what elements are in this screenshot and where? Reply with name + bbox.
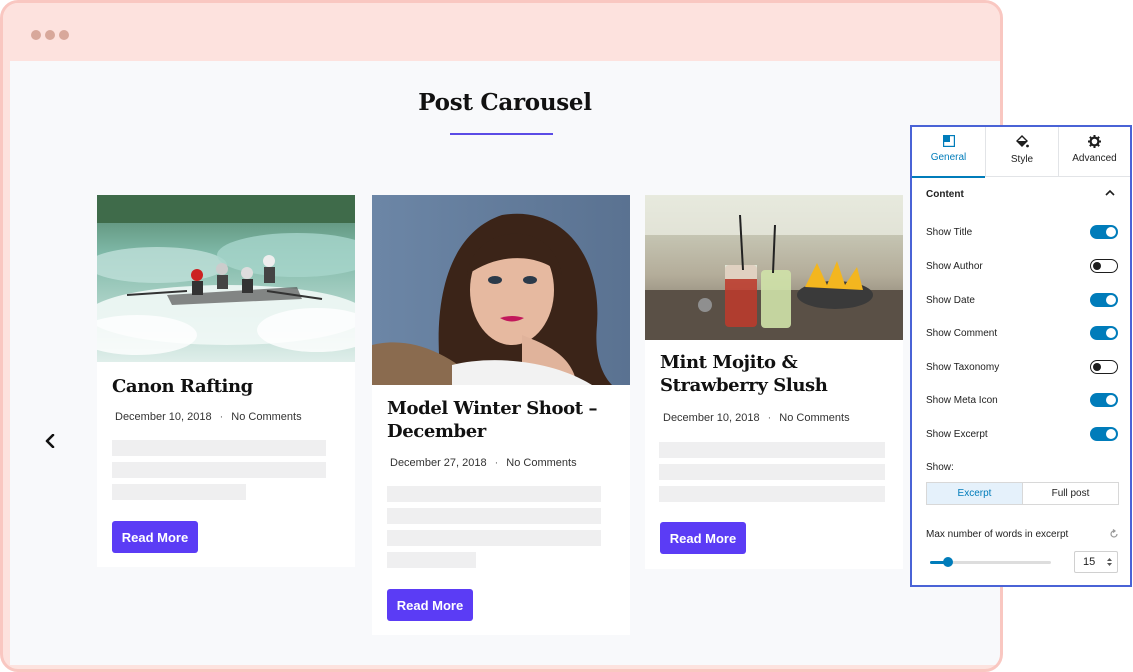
show-excerpt-button[interactable]: Excerpt <box>927 483 1023 504</box>
carousel-prev-button[interactable] <box>42 429 58 453</box>
title-bar <box>3 3 1000 61</box>
option-label: Show Title <box>926 227 973 238</box>
chevron-up-icon[interactable] <box>1104 187 1116 199</box>
post-title[interactable]: Model Winter Shoot – December <box>387 397 617 443</box>
read-more-button[interactable]: Read More <box>660 522 746 554</box>
chevron-left-icon <box>45 434 55 448</box>
gear-icon <box>1088 135 1101 148</box>
post-meta: December 10, 2018 · No Comments <box>663 412 850 424</box>
page-viewport: Post Carousel Canon Rafting December 10,… <box>10 61 1000 665</box>
page-title: Post Carousel <box>418 89 592 116</box>
post-date: December 10, 2018 <box>115 411 212 423</box>
toggle-show-meta-icon[interactable] <box>1090 393 1118 407</box>
browser-window: Post Carousel Canon Rafting December 10,… <box>0 0 1003 672</box>
option-label: Show Meta Icon <box>926 395 998 406</box>
option-label: Show Excerpt <box>926 429 988 440</box>
post-meta: December 10, 2018 · No Comments <box>115 411 302 423</box>
toggle-show-title[interactable] <box>1090 225 1118 239</box>
window-dot-icon <box>59 30 69 40</box>
tab-general[interactable]: General <box>912 127 985 178</box>
meta-separator: · <box>494 457 499 469</box>
excerpt-placeholder <box>659 442 885 458</box>
rafting-photo[interactable] <box>97 195 355 362</box>
title-underline <box>450 133 553 135</box>
settings-panel: General Style Advanced Content Show Titl… <box>910 125 1132 587</box>
read-more-button[interactable]: Read More <box>112 521 198 553</box>
post-comments[interactable]: No Comments <box>506 457 576 469</box>
toggle-show-comment[interactable] <box>1090 326 1118 340</box>
post-date: December 10, 2018 <box>663 412 760 424</box>
post-comments[interactable]: No Comments <box>779 412 849 424</box>
excerpt-placeholder <box>112 462 326 478</box>
show-mode-label: Show: <box>926 462 954 473</box>
window-dot-icon <box>31 30 41 40</box>
toggle-show-taxonomy[interactable] <box>1090 360 1118 374</box>
excerpt-placeholder <box>387 508 601 524</box>
paint-bucket-icon <box>1016 135 1029 148</box>
tab-label: Style <box>1010 154 1034 165</box>
tab-label: General <box>930 152 967 163</box>
panel-tabs: General Style Advanced <box>912 127 1130 178</box>
words-slider[interactable] <box>930 557 1051 567</box>
words-label: Max number of words in excerpt <box>926 529 1069 540</box>
read-more-button[interactable]: Read More <box>387 589 473 621</box>
post-card: Mint Mojito & Strawberry Slush December … <box>645 195 903 569</box>
post-meta: December 27, 2018 · No Comments <box>390 457 577 469</box>
option-label: Show Date <box>926 295 975 306</box>
post-title[interactable]: Mint Mojito & Strawberry Slush <box>660 351 895 397</box>
excerpt-placeholder <box>112 440 326 456</box>
show-full-post-button[interactable]: Full post <box>1023 483 1118 504</box>
section-title-content[interactable]: Content <box>926 189 964 200</box>
words-number-input[interactable]: 15 <box>1074 551 1118 573</box>
excerpt-placeholder <box>112 484 246 500</box>
excerpt-placeholder <box>387 486 601 502</box>
post-comments[interactable]: No Comments <box>231 411 301 423</box>
tab-style[interactable]: Style <box>986 127 1058 177</box>
meta-separator: · <box>767 412 772 424</box>
slider-thumb[interactable] <box>943 557 954 567</box>
toggle-show-author[interactable] <box>1090 259 1118 273</box>
post-card: Canon Rafting December 10, 2018 · No Comme… <box>97 195 355 567</box>
excerpt-placeholder <box>659 486 885 502</box>
portrait-photo[interactable] <box>372 195 630 385</box>
excerpt-placeholder <box>387 530 601 546</box>
spinner-arrows-icon[interactable] <box>1106 556 1113 568</box>
excerpt-placeholder <box>659 464 885 480</box>
general-icon <box>942 135 955 147</box>
tab-advanced[interactable]: Advanced <box>1059 127 1130 177</box>
post-card: Model Winter Shoot – December December 2… <box>372 195 630 635</box>
words-value: 15 <box>1083 556 1096 568</box>
cocktail-photo[interactable] <box>645 195 903 340</box>
toggle-show-date[interactable] <box>1090 293 1118 307</box>
window-dot-icon <box>45 30 55 40</box>
excerpt-placeholder <box>387 552 476 568</box>
meta-separator: · <box>219 411 224 423</box>
post-title[interactable]: Canon Rafting <box>112 375 342 398</box>
option-label: Show Comment <box>926 328 998 339</box>
option-label: Show Author <box>926 261 983 272</box>
option-label: Show Taxonomy <box>926 362 1000 373</box>
toggle-show-excerpt[interactable] <box>1090 427 1118 441</box>
tab-label: Advanced <box>1072 153 1117 164</box>
reset-icon[interactable] <box>1109 529 1119 539</box>
show-mode-selector: Excerpt Full post <box>926 482 1119 505</box>
post-date: December 27, 2018 <box>390 457 487 469</box>
